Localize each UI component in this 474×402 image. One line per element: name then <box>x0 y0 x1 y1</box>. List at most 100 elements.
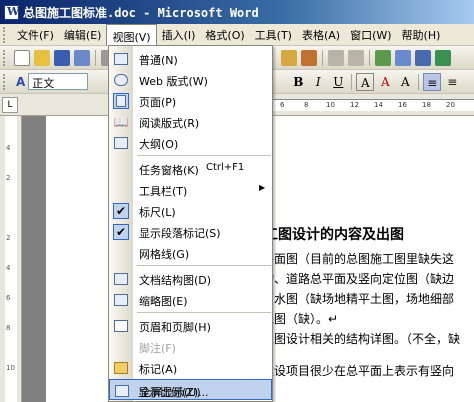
outline-view-icon <box>113 135 129 151</box>
menu-item-label: 显示段落标记(S) <box>139 227 221 240</box>
view-menu-item-paragraph-marks[interactable]: ✔ 显示段落标记(S) <box>109 221 272 242</box>
align-center-icon[interactable]: ≡ <box>443 73 461 91</box>
char-scale-button[interactable]: A <box>396 73 414 91</box>
web-layout-icon <box>113 72 129 88</box>
vruler-tick: 8 <box>6 324 11 332</box>
menu-item-label: 标尺(L) <box>139 206 176 219</box>
vruler-bar <box>5 116 17 402</box>
menu-item-label: 大纲(O) <box>139 138 179 151</box>
toolbar-separator <box>322 49 323 66</box>
permission-icon[interactable] <box>74 49 90 66</box>
undo-icon[interactable] <box>328 49 344 66</box>
align-left-icon[interactable]: ≡ <box>423 72 442 91</box>
menu-item-label: 页面(P) <box>139 96 177 109</box>
thumbnails-icon <box>113 292 129 308</box>
submenu-arrow-icon: ▶ <box>259 183 266 192</box>
menu-item-label: 普通(N) <box>139 54 178 67</box>
menu-item-label: 显示比例(Z)... <box>138 386 209 399</box>
underline-button[interactable]: U <box>329 73 347 91</box>
view-menu-item-document-map[interactable]: 文档结构图(D) <box>109 268 272 289</box>
italic-button[interactable]: I <box>309 73 327 91</box>
checkmark-icon: ✔ <box>113 203 129 219</box>
font-color-button[interactable]: A <box>376 73 394 91</box>
toolbar-separator <box>369 49 370 66</box>
title-bar: 总图施工图标准.doc - Microsoft Word <box>0 0 474 24</box>
toolbar-grip <box>3 49 9 66</box>
format-painter-icon[interactable] <box>281 49 297 66</box>
menu-tools[interactable]: 工具(T) <box>250 25 297 45</box>
ruler-tick: 18 <box>422 101 431 109</box>
view-menu-item-ruler[interactable]: ✔ 标尺(L) <box>109 200 272 221</box>
ruler-tick: 14 <box>374 101 383 109</box>
view-menu-item-thumbnails[interactable]: 缩略图(E) <box>109 289 272 310</box>
menu-table[interactable]: 表格(A) <box>297 25 345 45</box>
menu-file[interactable]: 文件(F) <box>12 25 59 45</box>
new-document-icon[interactable] <box>14 49 30 66</box>
vruler-tick: 6 <box>6 294 11 302</box>
tables-borders-icon[interactable] <box>395 49 411 66</box>
tab-selector-icon[interactable]: L <box>2 97 18 113</box>
ruler-tick: 16 <box>398 101 407 109</box>
view-menu-item-header-footer[interactable]: 页眉和页脚(H) <box>109 315 272 336</box>
checkmark-icon: ✔ <box>113 224 129 240</box>
view-menu-item-zoom[interactable]: 显示比例(Z)... <box>109 381 272 402</box>
style-value[interactable]: 正文 <box>28 73 89 90</box>
open-folder-icon[interactable] <box>34 49 50 66</box>
paint-brush-icon[interactable] <box>301 49 317 66</box>
view-menu-item-normal[interactable]: 普通(N) <box>109 48 272 69</box>
view-menu-item-markup[interactable]: 标记(A) <box>109 357 272 378</box>
print-layout-icon <box>113 93 129 109</box>
view-menu-item-print-layout[interactable]: 页面(P) <box>109 90 272 111</box>
toolbar-separator <box>95 49 96 66</box>
menubar-grip <box>3 26 9 43</box>
ruler-tick: 12 <box>350 101 359 109</box>
ruler-tick: 20 <box>446 101 455 109</box>
menu-format[interactable]: 格式(O) <box>200 25 249 45</box>
view-menu-item-toolbars[interactable]: 工具栏(T) ▶ <box>109 179 272 200</box>
ruler-tick: 8 <box>304 101 309 109</box>
menu-item-label: 页眉和页脚(H) <box>139 321 211 334</box>
redo-icon[interactable] <box>348 49 364 66</box>
menu-window[interactable]: 窗口(W) <box>345 25 396 45</box>
menu-item-label: 脚注(F) <box>139 342 176 355</box>
ruler-tick: 6 <box>280 101 285 109</box>
vertical-ruler: 4 2 2 4 6 8 10 <box>0 116 22 402</box>
vruler-tick: 10 <box>6 364 15 372</box>
view-menu-item-task-pane[interactable]: 任务窗格(K) Ctrl+F1 <box>109 158 272 179</box>
style-icon: A <box>16 74 26 89</box>
menu-item-shortcut: Ctrl+F1 <box>206 162 245 173</box>
vruler-tick: 4 <box>6 264 11 272</box>
menu-item-label: 阅读版式(R) <box>139 117 200 130</box>
menu-separator <box>137 155 271 156</box>
menu-separator <box>137 265 271 266</box>
view-menu-item-web-layout[interactable]: Web 版式(W) <box>109 69 272 90</box>
highlight-button[interactable]: A <box>356 72 375 91</box>
menu-view[interactable]: 视图(V) <box>106 23 157 46</box>
style-selector[interactable]: A 正文 <box>16 73 89 91</box>
menu-item-label: Web 版式(W) <box>139 75 208 88</box>
menu-item-label: 任务窗格(K) <box>139 164 199 177</box>
document-line: 与总图设计相关的结构详图。（不全，缺 <box>250 332 461 346</box>
bold-button[interactable]: B <box>289 73 307 91</box>
window-title: 总图施工图标准.doc - Microsoft Word <box>23 5 259 20</box>
document-line: 的建设项目很少在总平面上表示有竖向 <box>250 364 455 378</box>
markup-icon <box>113 360 129 376</box>
hyperlink-icon[interactable] <box>375 49 391 66</box>
document-line: 总平面图（目前的总图施工图里缺失这 <box>250 252 455 266</box>
save-icon[interactable] <box>54 49 70 66</box>
normal-view-icon <box>113 51 129 67</box>
word-app-icon <box>4 4 19 20</box>
view-menu-item-outline[interactable]: 大纲(O) <box>109 132 272 153</box>
menu-bar: 文件(F) 编辑(E) 视图(V) 插入(I) 格式(O) 工具(T) 表格(A… <box>0 23 474 46</box>
view-menu-item-gridlines[interactable]: 网格线(G) <box>109 242 272 263</box>
view-menu-dropdown: 普通(N) Web 版式(W) 页面(P) 📖 阅读版式(R) 大纲(O) 任务… <box>108 45 273 402</box>
vruler-tick: 4 <box>6 144 11 152</box>
menu-edit[interactable]: 编辑(E) <box>59 25 107 45</box>
menu-help[interactable]: 帮助(H) <box>397 25 446 45</box>
menu-insert[interactable]: 插入(I) <box>157 25 201 45</box>
menu-separator <box>137 312 271 313</box>
insert-excel-icon[interactable] <box>435 49 451 66</box>
ruler-tick: 10 <box>326 101 335 109</box>
view-menu-item-reading-layout[interactable]: 📖 阅读版式(R) <box>109 111 272 132</box>
insert-table-icon[interactable] <box>415 49 431 66</box>
